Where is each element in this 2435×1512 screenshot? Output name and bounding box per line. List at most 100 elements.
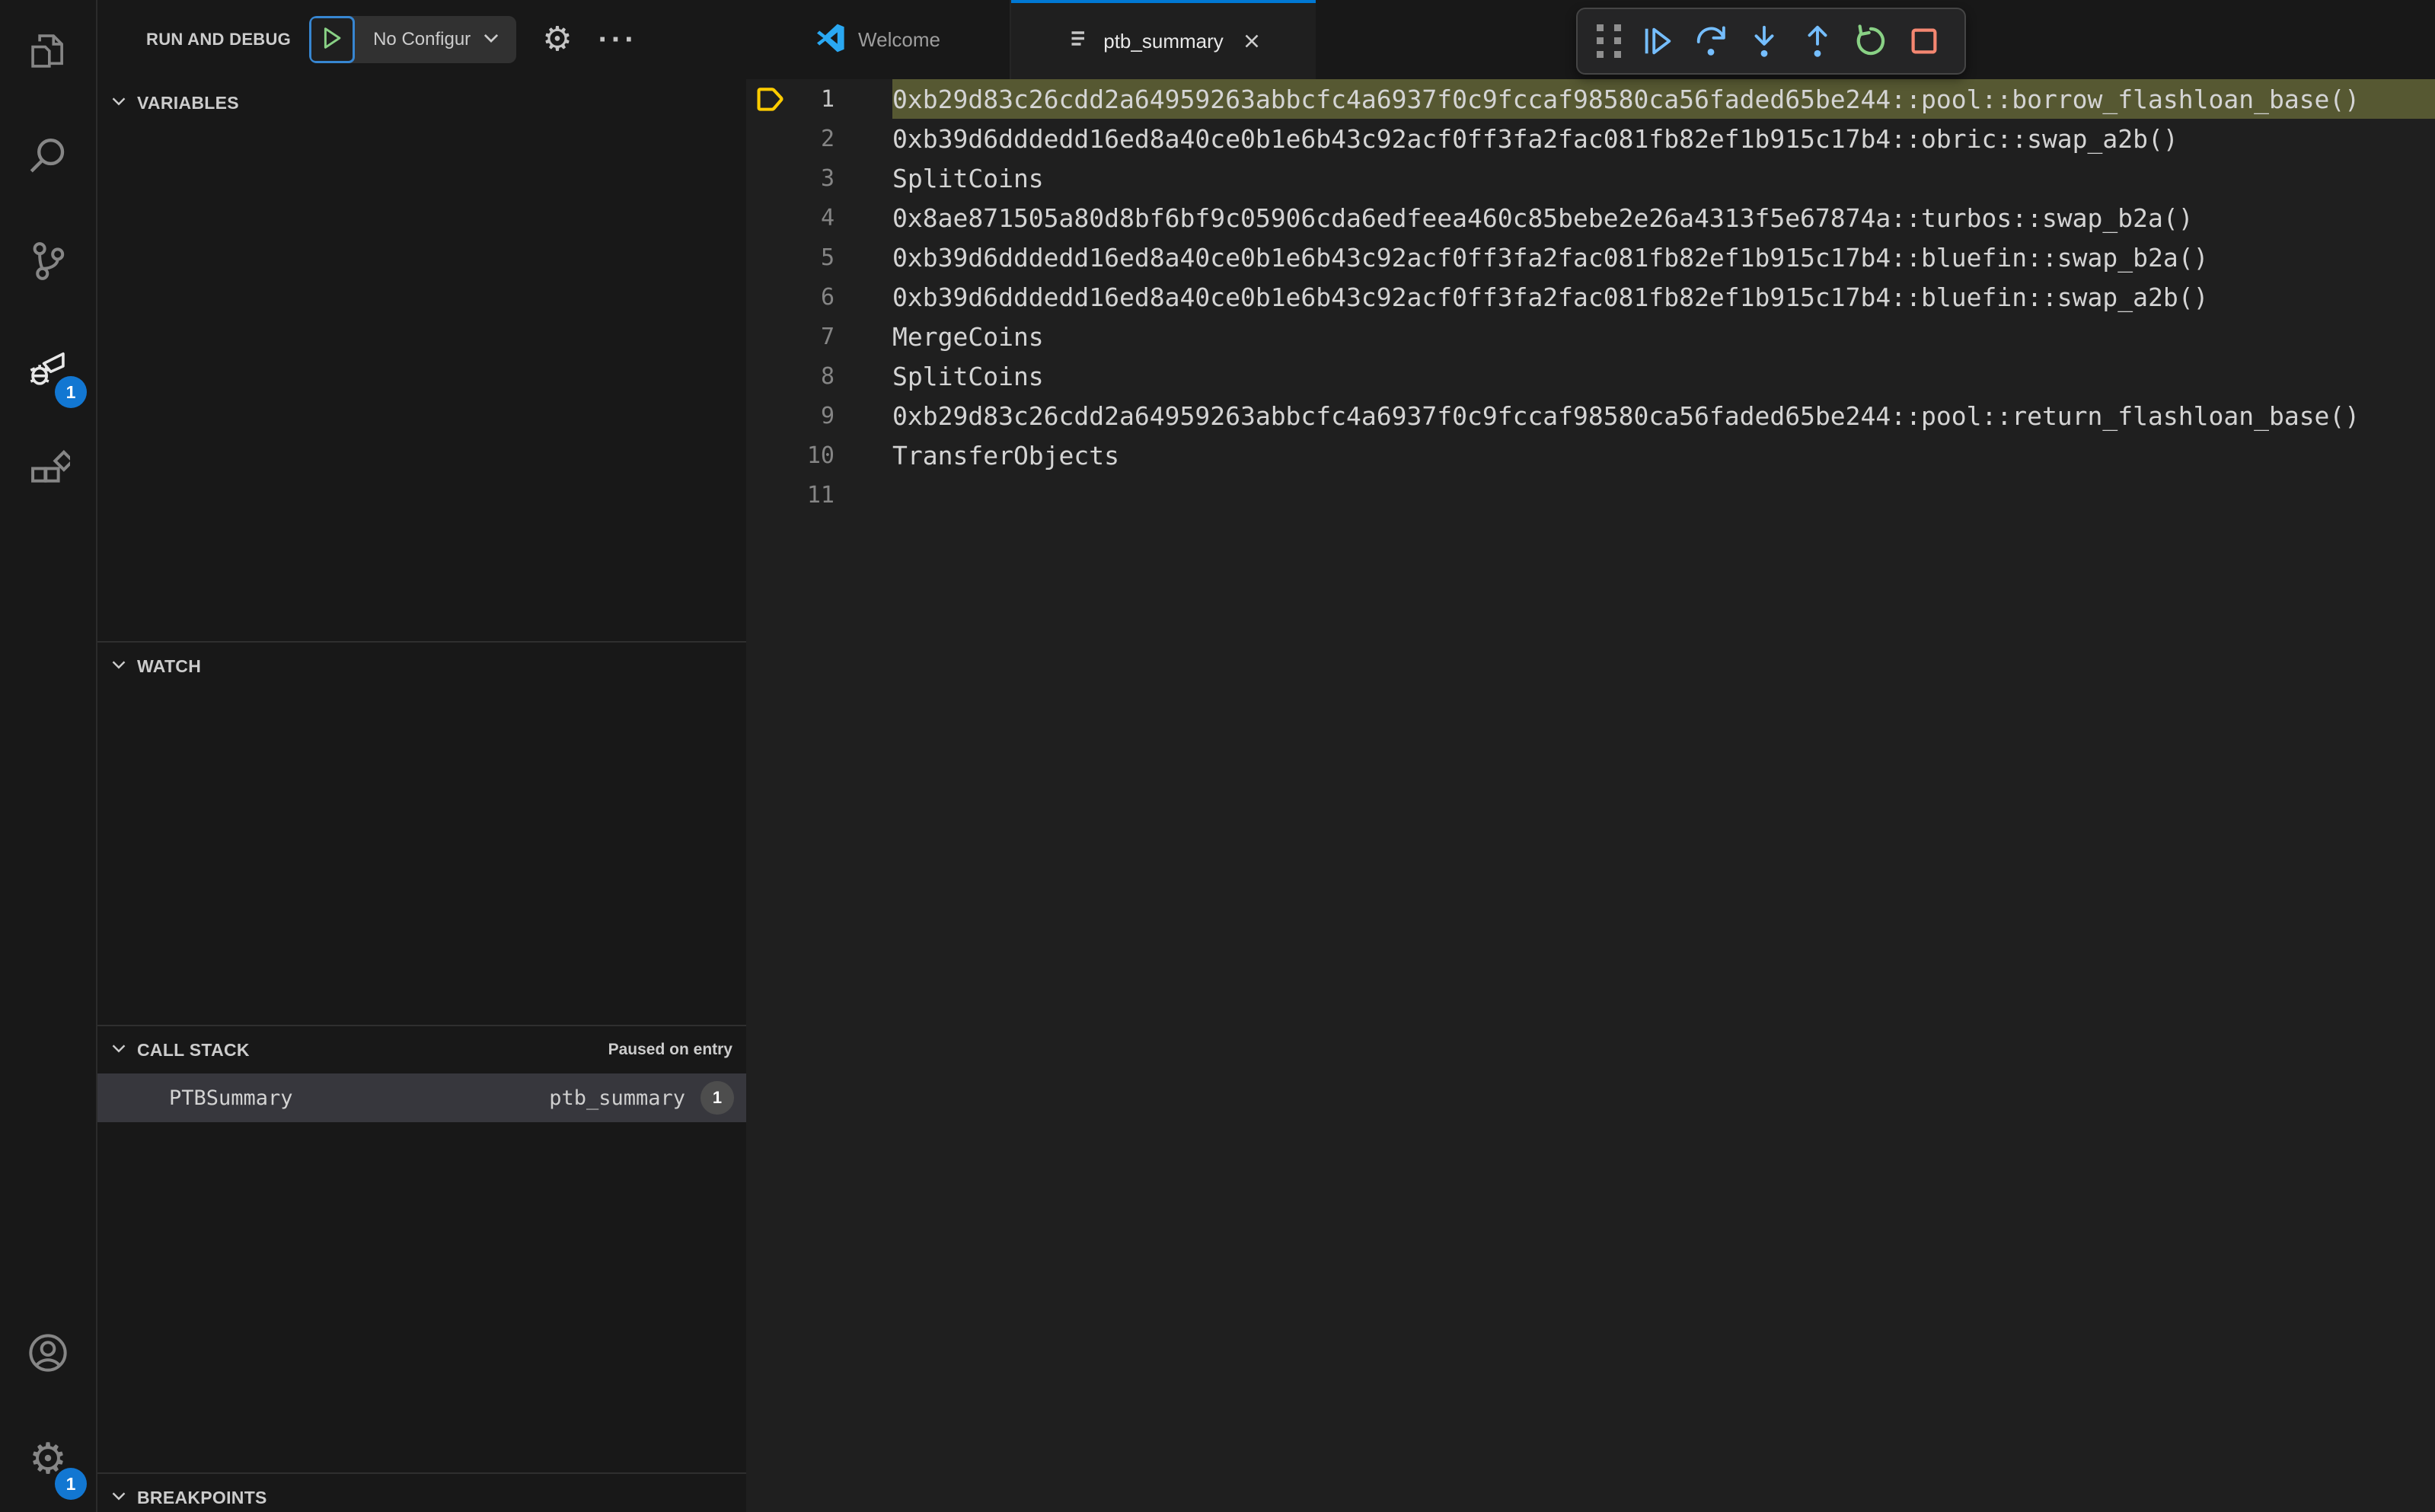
line-text[interactable]: 0x8ae871505a80d8bf6bf9c05906cda6edfeea46…: [892, 198, 2435, 238]
ellipsis-icon: ···: [598, 23, 638, 56]
list-file-icon: [1064, 26, 1091, 57]
line-text[interactable]: 0xb39d6dddedd16ed8a40ce0b1e6b43c92acf0ff…: [892, 277, 2435, 317]
account-icon: [26, 1331, 70, 1379]
sidebar-header: RUN AND DEBUG No Configur ⚙ ···: [97, 0, 746, 79]
code-editor: 1 0xb29d83c26cdd2a64959263abbcfc4a6937f0…: [746, 79, 2435, 1512]
gear-icon: ⚙: [542, 20, 573, 59]
line-text[interactable]: 0xb29d83c26cdd2a64959263abbcfc4a6937f0c9…: [892, 79, 2435, 119]
line-gutter[interactable]: 3: [746, 158, 892, 198]
pause-reason-status: Paused on entry: [608, 1041, 732, 1058]
line-gutter[interactable]: 2: [746, 119, 892, 158]
sidebar-item-search[interactable]: [0, 105, 96, 210]
code-line: 3 SplitCoins: [746, 158, 2435, 198]
breakpoints-section-label: BREAKPOINTS: [137, 1487, 267, 1507]
line-text[interactable]: TransferObjects: [892, 435, 2435, 475]
line-number: 2: [820, 125, 835, 152]
chevron-down-icon: [110, 656, 128, 678]
tab-ptb-summary-label: ptb_summary: [1103, 29, 1224, 53]
line-text[interactable]: MergeCoins: [892, 317, 2435, 356]
chevron-down-icon: [481, 28, 501, 52]
activity-bar-top: 1: [0, 0, 96, 525]
manage-settings-button[interactable]: ⚙ 1: [0, 1407, 96, 1512]
stack-frame-source: ptb_summary: [549, 1086, 685, 1110]
run-and-debug-sidebar: RUN AND DEBUG No Configur ⚙ ··· VARIABLE…: [97, 0, 746, 1512]
stack-frame-name: PTBSummary: [169, 1086, 293, 1110]
sidebar-item-run-and-debug[interactable]: 1: [0, 315, 96, 420]
search-icon: [26, 134, 70, 182]
watch-section-header[interactable]: WATCH: [97, 643, 746, 690]
code-line: 6 0xb39d6dddedd16ed8a40ce0b1e6b43c92acf0…: [746, 277, 2435, 317]
debug-settings-button[interactable]: ⚙: [542, 23, 572, 56]
sidebar-item-source-control[interactable]: [0, 210, 96, 315]
line-gutter[interactable]: 10: [746, 435, 892, 475]
chevron-down-icon: [110, 1039, 128, 1061]
sidebar-item-explorer[interactable]: [0, 0, 96, 105]
variables-section-label: VARIABLES: [137, 92, 239, 113]
variables-section-header[interactable]: VARIABLES: [97, 79, 746, 126]
line-gutter[interactable]: 11: [746, 475, 892, 515]
call-stack-section-header[interactable]: CALL STACK Paused on entry: [97, 1026, 746, 1073]
restart-button[interactable]: [1844, 14, 1897, 68]
line-number: 8: [820, 362, 835, 390]
line-number: 3: [820, 164, 835, 192]
breakpoints-section-header[interactable]: BREAKPOINTS: [97, 1474, 746, 1512]
stack-frame-row[interactable]: PTBSummary ptb_summary 1: [97, 1073, 746, 1122]
code-line: 9 0xb29d83c26cdd2a64959263abbcfc4a6937f0…: [746, 396, 2435, 435]
code-line: 2 0xb39d6dddedd16ed8a40ce0b1e6b43c92acf0…: [746, 119, 2435, 158]
line-gutter[interactable]: 6: [746, 277, 892, 317]
code-line: 11: [746, 475, 2435, 515]
line-text[interactable]: 0xb39d6dddedd16ed8a40ce0b1e6b43c92acf0ff…: [892, 238, 2435, 277]
tab-bar: Welcome ptb_summary: [746, 0, 2435, 79]
line-text[interactable]: [892, 475, 2435, 515]
line-text[interactable]: SplitCoins: [892, 158, 2435, 198]
tab-ptb-summary[interactable]: ptb_summary: [1011, 0, 1316, 79]
line-gutter[interactable]: 4: [746, 198, 892, 238]
activity-bar: 1 ⚙ 1: [0, 0, 97, 1512]
call-stack-section-label: CALL STACK: [137, 1039, 250, 1060]
stack-frame-line-badge: 1: [701, 1081, 734, 1115]
views-more-actions-button[interactable]: ···: [598, 24, 638, 55]
chevron-down-icon: [110, 1487, 128, 1509]
line-number: 1: [820, 85, 835, 113]
line-gutter[interactable]: 8: [746, 356, 892, 396]
variables-section: VARIABLES: [97, 79, 746, 641]
tab-welcome-label: Welcome: [858, 27, 940, 51]
settings-badge: 1: [55, 1468, 87, 1500]
editor-area: Welcome ptb_summary 1 0xb29d83c26cdd2a64…: [746, 0, 2435, 1512]
line-number: 9: [820, 402, 835, 429]
call-stack-section: CALL STACK Paused on entry PTBSummary pt…: [97, 1025, 746, 1472]
explorer-icon: [26, 29, 70, 77]
line-text[interactable]: 0xb29d83c26cdd2a64959263abbcfc4a6937f0c9…: [892, 396, 2435, 435]
code-line: 7 MergeCoins: [746, 317, 2435, 356]
source-control-icon: [26, 239, 70, 287]
accounts-button[interactable]: [0, 1302, 96, 1407]
line-number: 4: [820, 204, 835, 231]
line-gutter[interactable]: 1: [746, 79, 892, 119]
line-gutter[interactable]: 5: [746, 238, 892, 277]
chevron-down-icon: [110, 92, 128, 114]
close-icon[interactable]: [1240, 30, 1263, 53]
watch-section: WATCH: [97, 641, 746, 1025]
line-text[interactable]: 0xb39d6dddedd16ed8a40ce0b1e6b43c92acf0ff…: [892, 119, 2435, 158]
activity-bar-bottom: ⚙ 1: [0, 1302, 96, 1512]
step-over-button[interactable]: [1684, 14, 1738, 68]
stop-button[interactable]: [1897, 14, 1951, 68]
continue-button[interactable]: [1631, 14, 1684, 68]
breakpoints-section: BREAKPOINTS: [97, 1472, 746, 1512]
extensions-icon: [26, 449, 75, 497]
line-gutter[interactable]: 9: [746, 396, 892, 435]
line-number: 6: [820, 283, 835, 311]
line-text[interactable]: SplitCoins: [892, 356, 2435, 396]
line-gutter[interactable]: 7: [746, 317, 892, 356]
debug-config-selected: No Configur: [373, 29, 471, 49]
debug-badge: 1: [55, 376, 87, 408]
start-debugging-button[interactable]: [309, 16, 356, 63]
step-out-button[interactable]: [1791, 14, 1844, 68]
current-step-arrow-icon: [757, 88, 783, 111]
debug-config-dropdown[interactable]: No Configur: [355, 16, 516, 63]
step-into-button[interactable]: [1738, 14, 1791, 68]
tab-welcome[interactable]: Welcome: [746, 0, 1011, 79]
toolbar-drag-grip[interactable]: [1591, 21, 1626, 61]
sidebar-item-extensions[interactable]: [0, 420, 96, 525]
line-number: 7: [820, 323, 835, 350]
